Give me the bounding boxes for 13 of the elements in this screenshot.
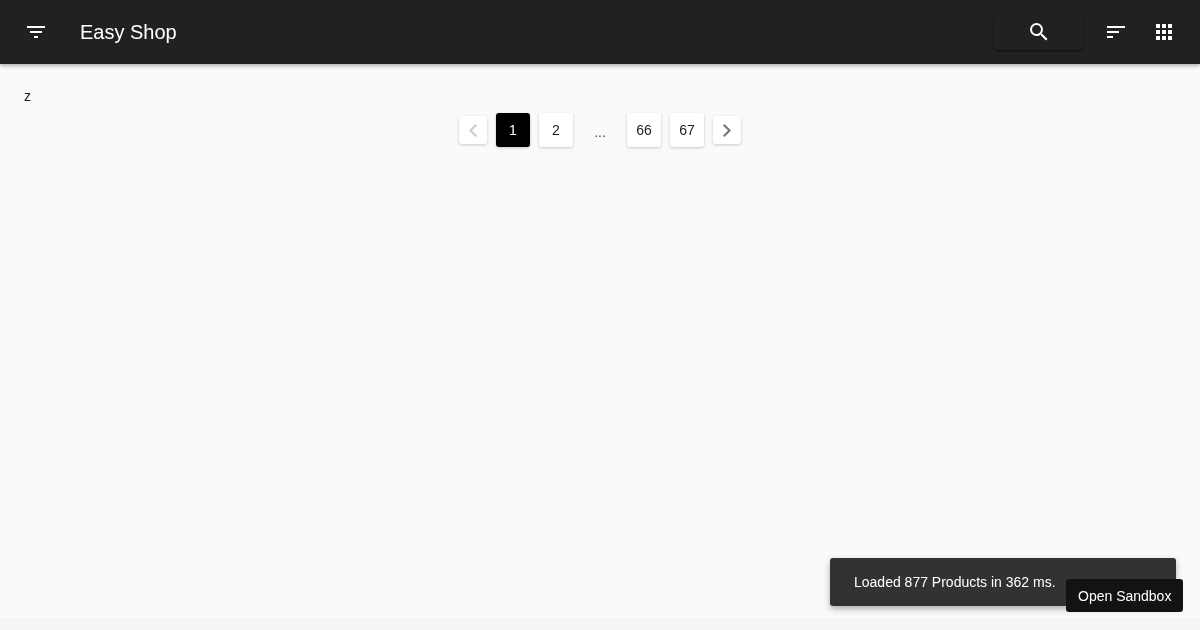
search-button[interactable] [994,14,1084,50]
chevron-left-icon [469,123,477,137]
next-page-button[interactable] [713,116,741,144]
page-button[interactable]: 67 [670,113,704,147]
app-title: Easy Shop [80,20,178,44]
page-button[interactable]: 66 [627,113,661,147]
snackbar-message: Loaded 877 Products in 362 ms. [854,574,1056,590]
chevron-right-icon [723,123,731,137]
query-text: z [24,88,32,106]
ellipsis: ... [593,123,607,140]
page-button[interactable]: 2 [539,113,573,147]
page-button[interactable]: 1 [496,113,530,147]
open-sandbox-button[interactable]: Open Sandbox [1066,579,1184,612]
